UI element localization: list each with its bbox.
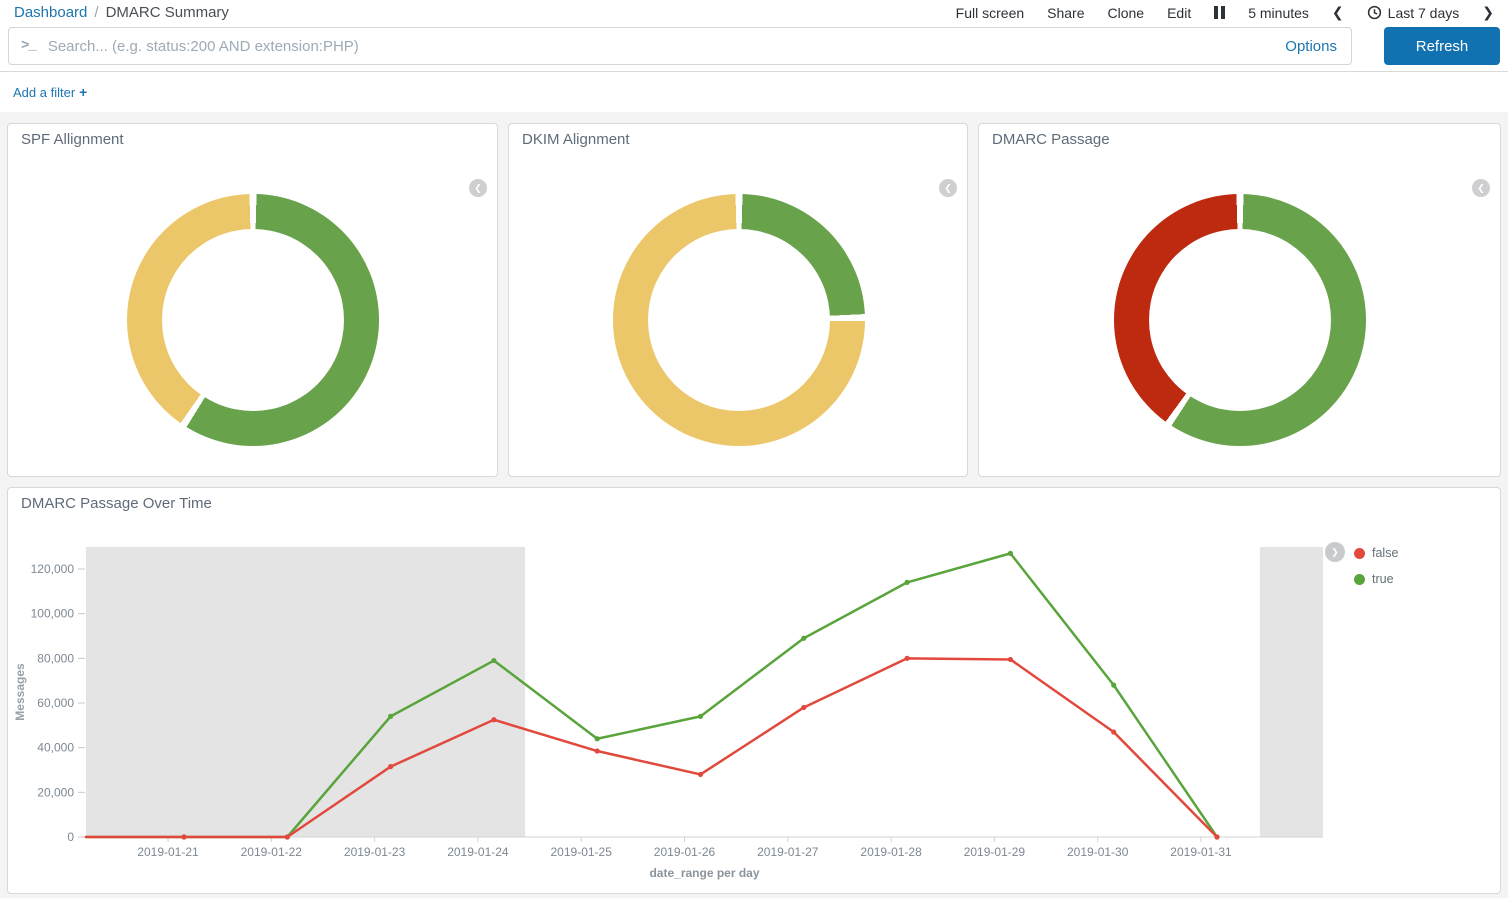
- legend-label: false: [1372, 546, 1398, 560]
- toolbar-menu: Full screen Share Clone Edit 5 minutes ❮…: [956, 4, 1494, 21]
- time-range-label: Last 7 days: [1388, 5, 1460, 21]
- panel-dmarc-passage: DMARC Passage ❮: [978, 123, 1501, 477]
- top-chrome: Dashboard / DMARC Summary Full screen Shar…: [0, 0, 1508, 112]
- section-divider: [0, 71, 1508, 72]
- legend-label: true: [1372, 572, 1394, 586]
- edit-button[interactable]: Edit: [1167, 5, 1191, 21]
- legend-expand-chevron-right-icon[interactable]: ❯: [1325, 542, 1345, 562]
- legend-item-false[interactable]: false: [1354, 546, 1398, 560]
- legend-collapse-chevron-left-icon[interactable]: ❮: [1472, 179, 1490, 197]
- pause-icon[interactable]: [1214, 6, 1225, 19]
- legend-dot-false: [1354, 548, 1365, 559]
- legend-collapse-chevron-left-icon[interactable]: ❮: [469, 179, 487, 197]
- svg-text:20,000: 20,000: [37, 785, 74, 799]
- plus-icon: +: [79, 84, 87, 100]
- svg-text:2019-01-22: 2019-01-22: [241, 845, 303, 859]
- panel-dkim-alignment: DKIM Alignment ❮: [508, 123, 968, 477]
- panel-title: DKIM Alignment: [522, 131, 630, 148]
- nav-row: Dashboard / DMARC Summary Full screen Shar…: [0, 0, 1508, 26]
- add-filter-link[interactable]: Add a filter+: [13, 85, 87, 100]
- search-input[interactable]: [48, 38, 1271, 55]
- svg-text:2019-01-30: 2019-01-30: [1067, 845, 1129, 859]
- donut-chart-spf[interactable]: [127, 194, 379, 446]
- clone-button[interactable]: Clone: [1108, 5, 1145, 21]
- legend-item-true[interactable]: true: [1354, 572, 1394, 586]
- refresh-button[interactable]: Refresh: [1384, 27, 1500, 65]
- svg-text:100,000: 100,000: [31, 607, 75, 621]
- svg-text:40,000: 40,000: [37, 741, 74, 755]
- donut-chart-dkim[interactable]: [613, 194, 865, 446]
- breadcrumb-separator: /: [94, 4, 98, 21]
- svg-text:Messages: Messages: [13, 663, 27, 721]
- svg-text:2019-01-25: 2019-01-25: [551, 845, 613, 859]
- share-button[interactable]: Share: [1047, 5, 1084, 21]
- refresh-interval-label[interactable]: 5 minutes: [1248, 5, 1309, 21]
- query-bar: >_ Options: [8, 27, 1352, 65]
- svg-text:2019-01-21: 2019-01-21: [137, 845, 199, 859]
- svg-text:60,000: 60,000: [37, 696, 74, 710]
- panel-dmarc-passage-over-time: DMARC Passage Over Time 020,00040,00060,…: [7, 487, 1501, 894]
- svg-text:date_range per day: date_range per day: [649, 866, 759, 880]
- svg-text:2019-01-28: 2019-01-28: [860, 845, 922, 859]
- legend-dot-true: [1354, 574, 1365, 585]
- time-range-picker[interactable]: Last 7 days: [1367, 5, 1460, 21]
- options-link[interactable]: Options: [1271, 38, 1351, 55]
- breadcrumb-current: DMARC Summary: [106, 4, 229, 21]
- svg-text:0: 0: [67, 830, 74, 844]
- svg-text:2019-01-23: 2019-01-23: [344, 845, 406, 859]
- svg-text:80,000: 80,000: [37, 651, 74, 665]
- line-chart[interactable]: 0 20,000 40,000 60,000 80,000 100,000 120,000 2…: [8, 488, 1500, 893]
- breadcrumb: Dashboard / DMARC Summary: [14, 4, 229, 21]
- svg-text:120,000: 120,000: [31, 562, 75, 576]
- donut-chart-dmarc[interactable]: [1114, 194, 1366, 446]
- full-screen-button[interactable]: Full screen: [956, 5, 1024, 21]
- breadcrumb-dashboard-link[interactable]: Dashboard: [14, 4, 87, 21]
- clock-icon: [1367, 5, 1382, 20]
- console-prompt-icon: >_: [9, 38, 48, 54]
- legend-collapse-chevron-left-icon[interactable]: ❮: [939, 179, 957, 197]
- svg-text:2019-01-26: 2019-01-26: [654, 845, 716, 859]
- time-forward-chevron-right-icon[interactable]: ❯: [1482, 4, 1494, 21]
- svg-text:2019-01-29: 2019-01-29: [964, 845, 1026, 859]
- time-back-chevron-left-icon[interactable]: ❮: [1332, 4, 1344, 21]
- svg-text:2019-01-31: 2019-01-31: [1170, 845, 1232, 859]
- panel-title: DMARC Passage: [992, 131, 1110, 148]
- panel-spf-alignment: SPF Allignment ❮: [7, 123, 498, 477]
- svg-text:2019-01-24: 2019-01-24: [447, 845, 509, 859]
- filter-bar: Add a filter+: [13, 84, 87, 100]
- svg-text:2019-01-27: 2019-01-27: [757, 845, 819, 859]
- panel-title: SPF Allignment: [21, 131, 124, 148]
